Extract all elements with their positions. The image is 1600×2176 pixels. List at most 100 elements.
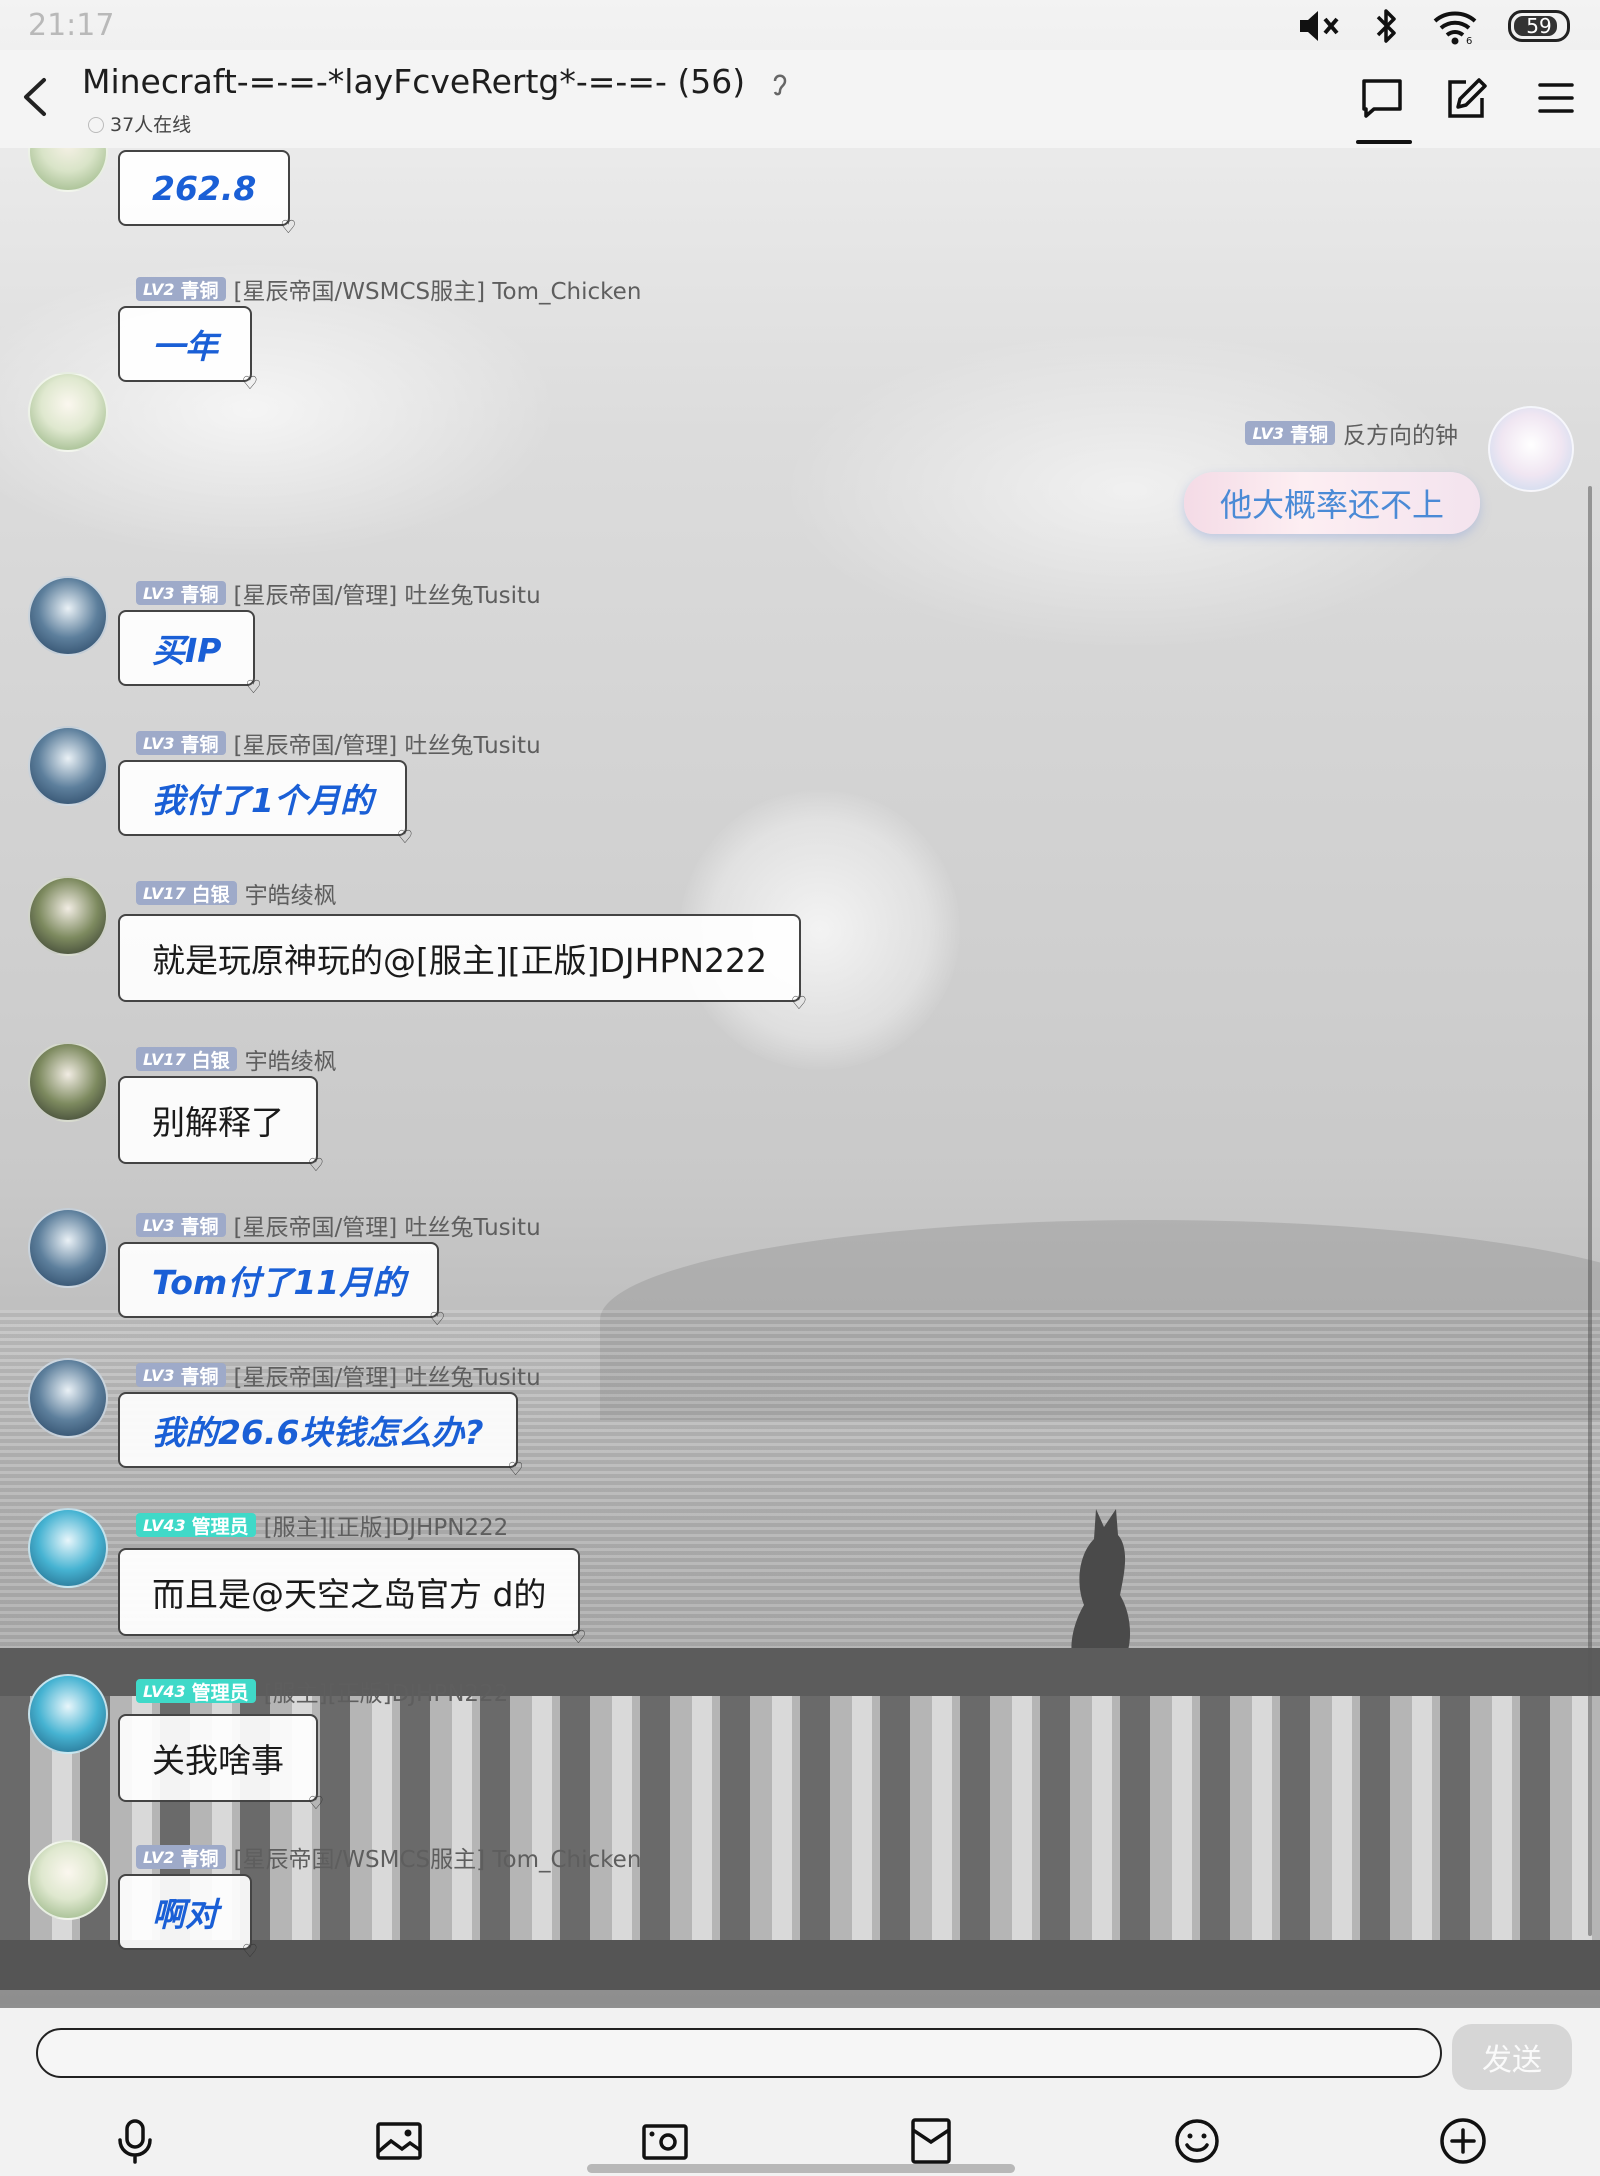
sender-name[interactable]: 反方向的钟 — [1343, 416, 1458, 450]
status-bar: 21:17 6 59 — [0, 0, 1600, 50]
mute-icon — [1300, 11, 1339, 41]
message-bubble[interactable]: 我付了1个月的 — [118, 760, 413, 848]
message-text: 啊对 — [152, 1895, 218, 1934]
message-bubble[interactable]: 一年 — [118, 306, 258, 394]
svg-text:6: 6 — [1466, 36, 1472, 46]
level-text: LV2 — [143, 279, 175, 299]
message-list[interactable]: 262.8 LV2青铜 [星辰帝国/WSMCS服主] Tom_Chicken 一… — [0, 148, 1600, 2008]
message-text: 一年 — [152, 327, 218, 366]
battery-level: 59 — [1526, 14, 1552, 38]
level-text: LV17 — [143, 883, 186, 903]
wifi-icon: 6 — [1433, 11, 1477, 46]
sender-name[interactable]: 宇皓绫枫 — [245, 1042, 337, 1076]
rank-text: 管理员 — [191, 1515, 249, 1538]
level-badge: LV3 青铜 — [136, 581, 226, 606]
mic-icon[interactable] — [110, 2116, 160, 2166]
sender-name[interactable]: [星辰帝国/WSMCS服主] Tom_Chicken — [234, 1840, 642, 1874]
menu-icon[interactable] — [1534, 76, 1578, 120]
message-bubble[interactable]: 而且是@天空之岛官方 d的 — [118, 1548, 587, 1648]
sender-meta: LV3 青铜 [星辰帝国/管理] 吐丝兔Tusitu — [136, 726, 541, 760]
rank-text: 青铜 — [180, 279, 219, 302]
avatar[interactable] — [28, 876, 108, 956]
message-bubble[interactable]: 买IP — [118, 610, 262, 698]
sender-name[interactable]: [服主][正版]DJHPN222 — [264, 1508, 509, 1542]
level-badge: LV3 青铜 — [136, 731, 226, 756]
sender-meta: LV17 白银 宇皓绫枫 — [136, 876, 337, 910]
sender-name[interactable]: [星辰帝国/管理] 吐丝兔Tusitu — [234, 1208, 541, 1242]
online-count: 37人在线 — [88, 110, 191, 137]
status-icons: 6 59 — [1296, 6, 1570, 46]
sender-name[interactable]: [星辰帝国/管理] 吐丝兔Tusitu — [234, 576, 541, 610]
level-text: LV43 — [143, 1681, 186, 1701]
level-badge: LV3 青铜 — [136, 1213, 226, 1238]
rank-text: 青铜 — [180, 583, 219, 606]
avatar[interactable] — [28, 1358, 108, 1438]
message-bubble[interactable]: Tom付了11月的 — [118, 1242, 446, 1330]
avatar[interactable] — [28, 1840, 108, 1920]
level-text: LV2 — [143, 1847, 175, 1867]
chat-title[interactable]: Minecraft-=-=-*layFcveRertg*-=-=- (56) — [82, 62, 790, 101]
rank-text: 青铜 — [180, 733, 219, 756]
online-icon — [88, 117, 104, 133]
message-bubble[interactable]: 关我啥事 — [118, 1714, 324, 1814]
avatar[interactable] — [28, 148, 108, 192]
message-bubble[interactable]: 262.8 — [118, 150, 297, 238]
sender-name[interactable]: [星辰帝国/WSMCS服主] Tom_Chicken — [234, 272, 642, 306]
avatar[interactable] — [28, 372, 108, 452]
chat-icon[interactable] — [1360, 76, 1404, 120]
image-icon[interactable] — [374, 2116, 424, 2166]
avatar[interactable] — [28, 1208, 108, 1288]
ear-icon — [773, 74, 786, 95]
message-text: 关我啥事 — [152, 1741, 284, 1780]
level-text: LV3 — [143, 733, 175, 753]
home-indicator[interactable] — [587, 2164, 1015, 2173]
rank-text: 白银 — [191, 1049, 230, 1072]
battery-icon: 59 — [1508, 10, 1570, 42]
chat-header: Minecraft-=-=-*layFcveRertg*-=-=- (56) 3… — [0, 50, 1600, 148]
message-text: 别解释了 — [152, 1103, 284, 1142]
sender-name[interactable]: [星辰帝国/管理] 吐丝兔Tusitu — [234, 1358, 541, 1392]
sender-name[interactable]: [服主][正版]DJHPN222 — [264, 1674, 509, 1708]
message-text: 就是玩原神玩的@[服主][正版]DJHPN222 — [152, 941, 768, 980]
level-text: LV3 — [1252, 423, 1284, 443]
message-bubble[interactable]: 他大概率还不上 — [1183, 472, 1480, 534]
sender-name[interactable]: 宇皓绫枫 — [245, 876, 337, 910]
level-text: LV17 — [143, 1049, 186, 1069]
rank-text: 青铜 — [180, 1847, 219, 1870]
avatar[interactable] — [28, 1674, 108, 1754]
avatar[interactable] — [28, 1042, 108, 1122]
rank-text: 青铜 — [1289, 423, 1328, 446]
avatar[interactable] — [28, 576, 108, 656]
avatar[interactable] — [1488, 406, 1574, 492]
tab-underline — [1356, 140, 1412, 144]
message-text: 而且是@天空之岛官方 d的 — [152, 1575, 547, 1614]
plus-icon[interactable] — [1438, 2116, 1488, 2166]
bluetooth-icon — [1376, 9, 1396, 43]
message-bubble[interactable]: 我的26.6块钱怎么办? — [118, 1392, 523, 1480]
chat-title-text: Minecraft-=-=-*layFcveRertg*-=-=- (56) — [82, 62, 746, 101]
emoji-icon[interactable] — [1172, 2116, 1222, 2166]
sender-meta: LV2 青铜 [星辰帝国/WSMCS服主] Tom_Chicken — [136, 272, 641, 306]
message-input[interactable] — [36, 2028, 1442, 2078]
composer: 发送 — [0, 2008, 1600, 2176]
camera-icon[interactable] — [640, 2116, 690, 2166]
message-bubble[interactable]: 啊对 — [118, 1874, 258, 1962]
level-badge: LV3 青铜 — [136, 1363, 226, 1388]
back-icon[interactable] — [14, 72, 54, 122]
message-bubble[interactable]: 别解释了 — [118, 1076, 324, 1176]
avatar[interactable] — [28, 1508, 108, 1588]
message-bubble[interactable]: 就是玩原神玩的@[服主][正版]DJHPN222 — [118, 914, 807, 1014]
sender-meta: LV17 白银 宇皓绫枫 — [136, 1042, 337, 1076]
sender-meta: LV3 青铜 [星辰帝国/管理] 吐丝兔Tusitu — [136, 576, 541, 610]
message-text: Tom付了11月的 — [152, 1263, 406, 1302]
redpacket-icon[interactable] — [906, 2116, 956, 2166]
sender-name[interactable]: [星辰帝国/管理] 吐丝兔Tusitu — [234, 726, 541, 760]
level-text: LV3 — [143, 583, 175, 603]
edit-icon[interactable] — [1444, 76, 1488, 120]
level-text: LV3 — [143, 1215, 175, 1235]
avatar[interactable] — [28, 726, 108, 806]
status-time: 21:17 — [28, 8, 115, 43]
send-button[interactable]: 发送 — [1452, 2024, 1572, 2090]
rank-text: 青铜 — [180, 1365, 219, 1388]
message-text: 他大概率还不上 — [1219, 486, 1444, 524]
